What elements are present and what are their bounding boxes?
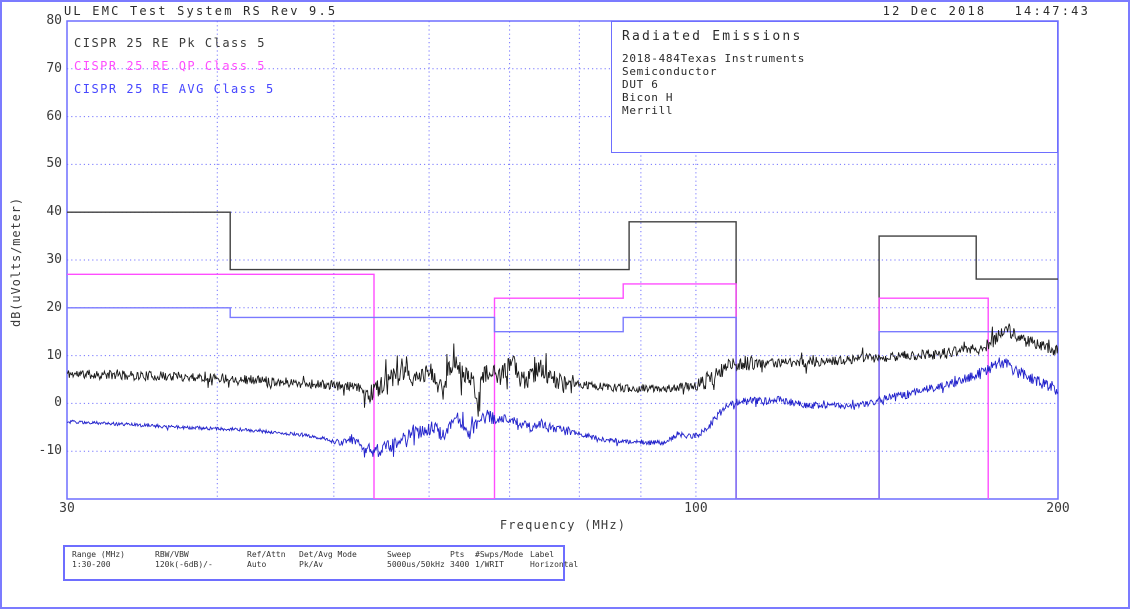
test-info-project: 2018-484Texas Instruments bbox=[622, 53, 805, 64]
y-tick-label: 40 bbox=[20, 204, 62, 219]
settings-header: Label bbox=[530, 550, 554, 559]
settings-value: 120k(-6dB)/- bbox=[155, 560, 213, 569]
test-info-box: Radiated Emissions 2018-484Texas Instrum… bbox=[611, 21, 1058, 153]
settings-header: Range (MHz) bbox=[72, 550, 125, 559]
datetime: 12 Dec 2018 14:47:43 bbox=[883, 4, 1090, 18]
test-info-dut: DUT 6 bbox=[622, 79, 659, 90]
x-axis-label: Frequency (MHz) bbox=[0, 518, 1126, 532]
settings-header: Sweep bbox=[387, 550, 411, 559]
test-info-engineer: Merrill bbox=[622, 105, 673, 116]
x-tick-label: 100 bbox=[684, 501, 707, 516]
limit-legend: CISPR 25 RE Pk Class 5 CISPR 25 RE QP Cl… bbox=[74, 35, 275, 104]
settings-header: Det/Avg Mode bbox=[299, 550, 357, 559]
settings-value: 5000us/50kHz bbox=[387, 560, 445, 569]
app-title: UL EMC Test System RS Rev 9.5 bbox=[64, 4, 337, 18]
legend-item-pk: CISPR 25 RE Pk Class 5 bbox=[74, 35, 275, 58]
y-tick-label: -10 bbox=[20, 443, 62, 458]
y-tick-label: 60 bbox=[20, 109, 62, 124]
test-info-antenna: Bicon H bbox=[622, 92, 673, 103]
y-tick-label: 80 bbox=[20, 13, 62, 28]
settings-value: 1:30-200 bbox=[72, 560, 111, 569]
test-title: Radiated Emissions bbox=[622, 29, 802, 44]
legend-item-qp: CISPR 25 RE QP Class 5 bbox=[74, 58, 275, 81]
time-label: 14:47:43 bbox=[1015, 4, 1090, 18]
settings-value: Auto bbox=[247, 560, 266, 569]
settings-value: 3400 bbox=[450, 560, 469, 569]
x-tick-label: 200 bbox=[1046, 501, 1069, 516]
y-tick-label: 50 bbox=[20, 156, 62, 171]
legend-item-avg: CISPR 25 RE AVG Class 5 bbox=[74, 81, 275, 104]
x-tick-label: 30 bbox=[59, 501, 75, 516]
avg-limit-line bbox=[67, 308, 1058, 499]
y-tick-label: 20 bbox=[20, 300, 62, 315]
y-tick-label: 70 bbox=[20, 61, 62, 76]
avg-measurement-trace bbox=[67, 358, 1058, 458]
settings-header: Ref/Attn bbox=[247, 550, 286, 559]
settings-header: #Swps/Mode bbox=[475, 550, 523, 559]
y-tick-label: 0 bbox=[20, 395, 62, 410]
datetime-gap bbox=[986, 4, 1014, 18]
settings-header: Pts bbox=[450, 550, 464, 559]
pk-measurement-trace bbox=[67, 324, 1058, 417]
pk-limit-line bbox=[67, 212, 1058, 499]
y-tick-label: 30 bbox=[20, 252, 62, 267]
sweep-settings-table: Range (MHz)1:30-200 RBW/VBW120k(-6dB)/- Re… bbox=[63, 545, 565, 581]
settings-value: Horizontal bbox=[530, 560, 578, 569]
test-info-company: Semiconductor bbox=[622, 66, 717, 77]
date-label: 12 Dec 2018 bbox=[883, 4, 987, 18]
settings-value: Pk/Av bbox=[299, 560, 323, 569]
settings-value: 1/WRIT bbox=[475, 560, 504, 569]
settings-header: RBW/VBW bbox=[155, 550, 189, 559]
y-tick-label: 10 bbox=[20, 348, 62, 363]
